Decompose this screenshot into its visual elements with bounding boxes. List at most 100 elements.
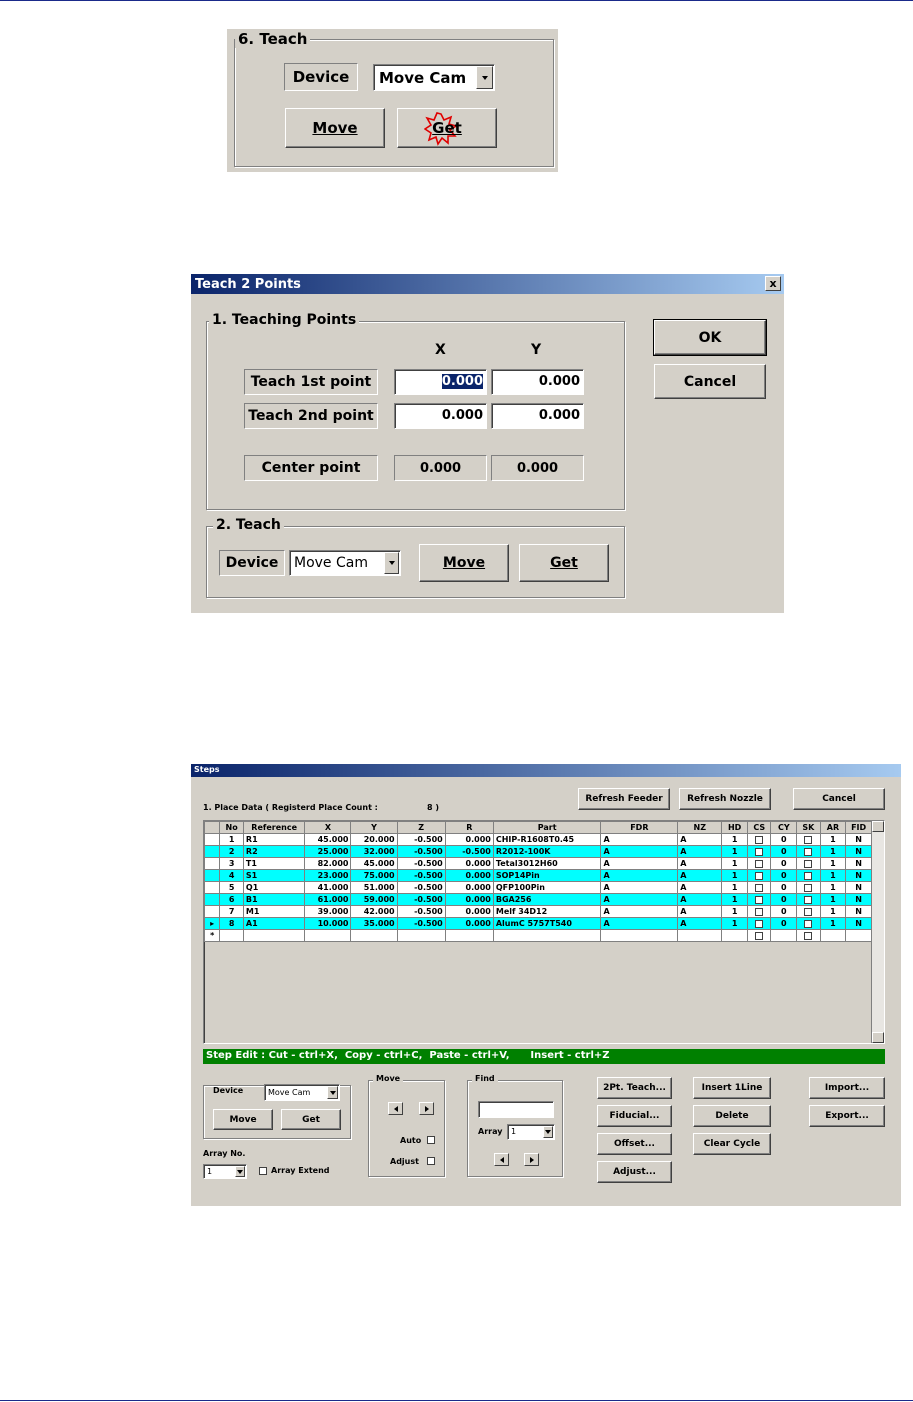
cell-r[interactable]: 0.000 <box>444 869 494 882</box>
cell-r[interactable]: 0.000 <box>444 893 494 906</box>
cell-y[interactable]: 32.000 <box>350 845 398 858</box>
cs-checkbox-cell[interactable] <box>746 857 772 870</box>
cell-cy[interactable]: 0 <box>770 857 798 870</box>
sk-checkbox-cell[interactable] <box>796 845 821 858</box>
steps-move-button[interactable]: Move <box>213 1109 273 1130</box>
cell-fid[interactable]: N <box>845 905 872 918</box>
row-header[interactable] <box>203 845 221 858</box>
sk-checkbox-cell[interactable] <box>796 893 821 906</box>
2pt-teach-button[interactable]: 2Pt. Teach... <box>597 1077 672 1099</box>
fiducial-button[interactable]: Fiducial... <box>597 1105 672 1127</box>
checkbox[interactable] <box>804 835 813 844</box>
refresh-nozzle-button[interactable]: Refresh Nozzle <box>679 788 771 810</box>
cell-hd[interactable]: 1 <box>721 845 748 858</box>
empty-cell[interactable] <box>746 929 772 942</box>
sk-checkbox-cell[interactable] <box>796 917 821 930</box>
cell-x[interactable]: 82.000 <box>304 857 352 870</box>
empty-cell[interactable] <box>219 929 244 942</box>
column-header[interactable]: SK <box>796 821 821 834</box>
cell-ref[interactable]: R2 <box>242 845 306 858</box>
cs-checkbox-cell[interactable] <box>746 833 772 846</box>
cell-ref[interactable]: B1 <box>242 893 306 906</box>
row-header[interactable] <box>203 893 221 906</box>
column-header[interactable]: Part <box>492 821 602 834</box>
cell-part[interactable]: QFP100Pin <box>492 881 602 894</box>
cell-fdr[interactable]: A <box>600 869 679 882</box>
cell-part[interactable]: CHIP-R1608T0.45 <box>492 833 602 846</box>
empty-cell[interactable] <box>444 929 494 942</box>
get-button[interactable]: Get <box>397 108 497 148</box>
checkbox[interactable] <box>755 931 764 940</box>
chevron-down-icon[interactable] <box>327 1086 338 1099</box>
offset-button[interactable]: Offset... <box>597 1133 672 1155</box>
cell-nz[interactable]: A <box>677 857 723 870</box>
cell-y[interactable]: 75.000 <box>350 869 398 882</box>
cell-z[interactable]: -0.500 <box>396 845 446 858</box>
new-row-header[interactable]: * <box>203 929 221 942</box>
cell-y[interactable]: 51.000 <box>350 881 398 894</box>
sk-checkbox-cell[interactable] <box>796 881 821 894</box>
teach-1st-y-input[interactable]: 0.000 <box>491 369 584 395</box>
cell-r[interactable]: 0.000 <box>444 857 494 870</box>
cs-checkbox-cell[interactable] <box>746 845 772 858</box>
device-combo[interactable]: Move Cam <box>373 64 495 91</box>
cell-fid[interactable]: N <box>845 845 872 858</box>
scroll-up-icon[interactable] <box>872 821 884 832</box>
get-button-2[interactable]: Get <box>519 544 609 582</box>
sk-checkbox-cell[interactable] <box>796 833 821 846</box>
cell-ref[interactable]: T1 <box>242 857 306 870</box>
cell-r[interactable]: 0.000 <box>444 833 494 846</box>
column-header[interactable]: No <box>219 821 244 834</box>
ok-button[interactable]: OK <box>653 319 767 356</box>
cell-ref[interactable]: R1 <box>242 833 306 846</box>
array-extend-checkbox[interactable] <box>259 1167 267 1175</box>
checkbox[interactable] <box>804 919 813 928</box>
empty-cell[interactable] <box>600 929 679 942</box>
column-header[interactable]: CS <box>746 821 772 834</box>
empty-cell[interactable] <box>721 929 748 942</box>
cell-z[interactable]: -0.500 <box>396 881 446 894</box>
cell-nz[interactable]: A <box>677 917 723 930</box>
empty-cell[interactable] <box>819 929 847 942</box>
new-row[interactable]: * <box>203 929 872 942</box>
cell-fid[interactable]: N <box>845 893 872 906</box>
cell-z[interactable]: -0.500 <box>396 905 446 918</box>
cell-cy[interactable]: 0 <box>770 917 798 930</box>
cancel-button[interactable]: Cancel <box>654 364 766 399</box>
cell-hd[interactable]: 1 <box>721 869 748 882</box>
cs-checkbox-cell[interactable] <box>746 881 772 894</box>
table-row[interactable]: 3 T1 82.000 45.000 -0.500 0.000 Tetal3012H60 A A… <box>203 857 872 870</box>
clear-cycle-button[interactable]: Clear Cycle <box>693 1133 771 1155</box>
cell-no[interactable]: 8 <box>219 917 244 930</box>
cell-ar[interactable]: 1 <box>819 869 847 882</box>
cell-ar[interactable]: 1 <box>819 857 847 870</box>
sk-checkbox-cell[interactable] <box>796 869 821 882</box>
chevron-down-icon[interactable] <box>235 1166 245 1177</box>
teach-2nd-y-input[interactable]: 0.000 <box>491 403 584 429</box>
checkbox[interactable] <box>804 847 813 856</box>
cell-x[interactable]: 10.000 <box>304 917 352 930</box>
column-header[interactable]: Y <box>350 821 398 834</box>
cell-ref[interactable]: S1 <box>242 869 306 882</box>
cell-no[interactable]: 1 <box>219 833 244 846</box>
checkbox[interactable] <box>804 895 813 904</box>
cell-z[interactable]: -0.500 <box>396 869 446 882</box>
steps-device-combo[interactable]: Move Cam <box>264 1084 340 1101</box>
cell-ar[interactable]: 1 <box>819 881 847 894</box>
cell-part[interactable]: Tetal3012H60 <box>492 857 602 870</box>
cell-z[interactable]: -0.500 <box>396 893 446 906</box>
cell-ar[interactable]: 1 <box>819 833 847 846</box>
chevron-down-icon[interactable] <box>476 66 493 89</box>
cell-hd[interactable]: 1 <box>721 893 748 906</box>
checkbox[interactable] <box>804 859 813 868</box>
cell-part[interactable]: AlumC 5757T540 <box>492 917 602 930</box>
chevron-down-icon[interactable] <box>543 1126 553 1138</box>
cs-checkbox-cell[interactable] <box>746 917 772 930</box>
insert-line-button[interactable]: Insert 1Line <box>693 1077 771 1099</box>
cell-no[interactable]: 5 <box>219 881 244 894</box>
cell-ref[interactable]: M1 <box>242 905 306 918</box>
cell-hd[interactable]: 1 <box>721 905 748 918</box>
cell-cy[interactable]: 0 <box>770 833 798 846</box>
sk-checkbox-cell[interactable] <box>796 905 821 918</box>
table-row[interactable]: 2 R2 25.000 32.000 -0.500 -0.500 R2012-100K A A 1… <box>203 845 872 858</box>
